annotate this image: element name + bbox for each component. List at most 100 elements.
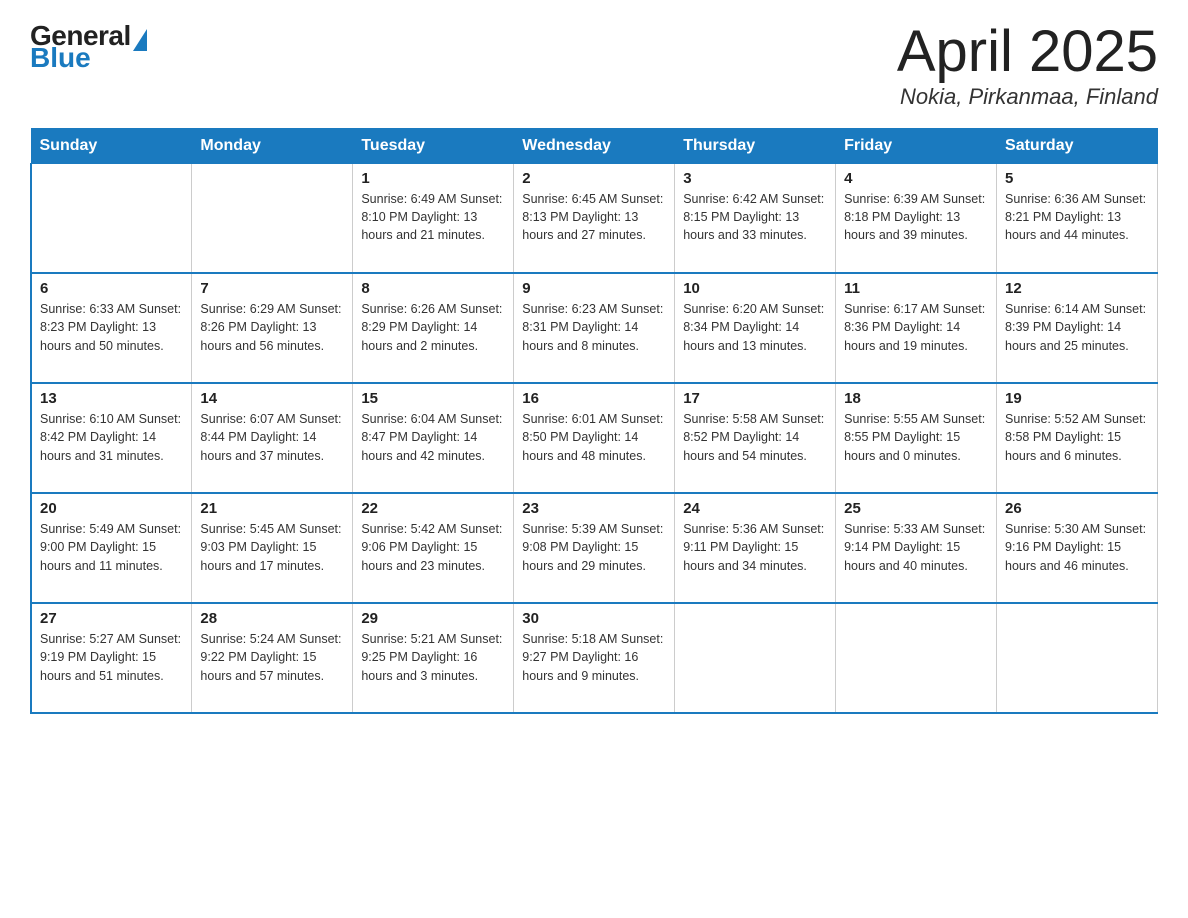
day-info: Sunrise: 6:36 AM Sunset: 8:21 PM Dayligh… xyxy=(1005,190,1149,244)
day-number: 4 xyxy=(844,170,988,187)
day-info: Sunrise: 5:27 AM Sunset: 9:19 PM Dayligh… xyxy=(40,630,183,684)
day-number: 7 xyxy=(200,280,344,297)
day-number: 19 xyxy=(1005,390,1149,407)
day-info: Sunrise: 6:49 AM Sunset: 8:10 PM Dayligh… xyxy=(361,190,505,244)
calendar-cell: 8 Sunrise: 6:26 AM Sunset: 8:29 PM Daylig… xyxy=(353,273,514,383)
calendar-cell: 5 Sunrise: 6:36 AM Sunset: 8:21 PM Daylig… xyxy=(997,163,1158,273)
calendar-cell xyxy=(836,603,997,713)
title-area: April 2025 Nokia, Pirkanmaa, Finland xyxy=(897,20,1158,110)
day-info: Sunrise: 5:33 AM Sunset: 9:14 PM Dayligh… xyxy=(844,520,988,574)
day-info: Sunrise: 6:23 AM Sunset: 8:31 PM Dayligh… xyxy=(522,300,666,354)
calendar-cell: 15 Sunrise: 6:04 AM Sunset: 8:47 PM Dayli… xyxy=(353,383,514,493)
calendar-cell: 21Sunrise: 5:45 AM Sunset: 9:03 PM Dayli… xyxy=(192,493,353,603)
day-info: Sunrise: 5:49 AM Sunset: 9:00 PM Dayligh… xyxy=(40,520,183,574)
calendar-table: SundayMondayTuesdayWednesdayThursdayFrid… xyxy=(30,128,1158,715)
day-info: Sunrise: 5:21 AM Sunset: 9:25 PM Dayligh… xyxy=(361,630,505,684)
calendar-cell: 7 Sunrise: 6:29 AM Sunset: 8:26 PM Daylig… xyxy=(192,273,353,383)
day-number: 5 xyxy=(1005,170,1149,187)
day-number: 3 xyxy=(683,170,827,187)
day-number: 26 xyxy=(1005,500,1149,517)
day-info: Sunrise: 6:10 AM Sunset: 8:42 PM Dayligh… xyxy=(40,410,183,464)
day-info: Sunrise: 5:55 AM Sunset: 8:55 PM Dayligh… xyxy=(844,410,988,464)
day-info: Sunrise: 6:39 AM Sunset: 8:18 PM Dayligh… xyxy=(844,190,988,244)
calendar-week-row: 27 Sunrise: 5:27 AM Sunset: 9:19 PM Dayli… xyxy=(31,603,1158,713)
calendar-cell: 22 Sunrise: 5:42 AM Sunset: 9:06 PM Dayli… xyxy=(353,493,514,603)
day-info: Sunrise: 5:52 AM Sunset: 8:58 PM Dayligh… xyxy=(1005,410,1149,464)
day-info: Sunrise: 6:20 AM Sunset: 8:34 PM Dayligh… xyxy=(683,300,827,354)
calendar-cell: 20 Sunrise: 5:49 AM Sunset: 9:00 PM Dayli… xyxy=(31,493,192,603)
day-info: Sunrise: 6:01 AM Sunset: 8:50 PM Dayligh… xyxy=(522,410,666,464)
calendar-week-row: 1Sunrise: 6:49 AM Sunset: 8:10 PM Daylig… xyxy=(31,163,1158,273)
calendar-cell: 9 Sunrise: 6:23 AM Sunset: 8:31 PM Daylig… xyxy=(514,273,675,383)
day-number: 8 xyxy=(361,280,505,297)
day-number: 13 xyxy=(40,390,183,407)
calendar-header-monday: Monday xyxy=(192,128,353,163)
calendar-cell xyxy=(192,163,353,273)
day-info: Sunrise: 5:30 AM Sunset: 9:16 PM Dayligh… xyxy=(1005,520,1149,574)
calendar-header-tuesday: Tuesday xyxy=(353,128,514,163)
logo-blue-text: Blue xyxy=(30,42,91,74)
day-info: Sunrise: 5:42 AM Sunset: 9:06 PM Dayligh… xyxy=(361,520,505,574)
calendar-cell xyxy=(675,603,836,713)
day-info: Sunrise: 6:26 AM Sunset: 8:29 PM Dayligh… xyxy=(361,300,505,354)
day-number: 23 xyxy=(522,500,666,517)
day-number: 29 xyxy=(361,610,505,627)
calendar-header-saturday: Saturday xyxy=(997,128,1158,163)
calendar-cell: 16 Sunrise: 6:01 AM Sunset: 8:50 PM Dayli… xyxy=(514,383,675,493)
calendar-cell xyxy=(997,603,1158,713)
calendar-header-thursday: Thursday xyxy=(675,128,836,163)
day-number: 14 xyxy=(200,390,344,407)
calendar-header-wednesday: Wednesday xyxy=(514,128,675,163)
day-info: Sunrise: 6:04 AM Sunset: 8:47 PM Dayligh… xyxy=(361,410,505,464)
location-text: Nokia, Pirkanmaa, Finland xyxy=(897,84,1158,110)
day-number: 16 xyxy=(522,390,666,407)
calendar-cell: 17 Sunrise: 5:58 AM Sunset: 8:52 PM Dayli… xyxy=(675,383,836,493)
calendar-cell: 27 Sunrise: 5:27 AM Sunset: 9:19 PM Dayli… xyxy=(31,603,192,713)
day-info: Sunrise: 5:58 AM Sunset: 8:52 PM Dayligh… xyxy=(683,410,827,464)
day-info: Sunrise: 5:39 AM Sunset: 9:08 PM Dayligh… xyxy=(522,520,666,574)
calendar-cell: 11 Sunrise: 6:17 AM Sunset: 8:36 PM Dayli… xyxy=(836,273,997,383)
calendar-cell: 4 Sunrise: 6:39 AM Sunset: 8:18 PM Daylig… xyxy=(836,163,997,273)
day-number: 18 xyxy=(844,390,988,407)
day-info: Sunrise: 6:42 AM Sunset: 8:15 PM Dayligh… xyxy=(683,190,827,244)
calendar-header-row: SundayMondayTuesdayWednesdayThursdayFrid… xyxy=(31,128,1158,163)
day-number: 12 xyxy=(1005,280,1149,297)
day-info: Sunrise: 6:33 AM Sunset: 8:23 PM Dayligh… xyxy=(40,300,183,354)
day-number: 20 xyxy=(40,500,183,517)
calendar-header-friday: Friday xyxy=(836,128,997,163)
calendar-cell: 6Sunrise: 6:33 AM Sunset: 8:23 PM Daylig… xyxy=(31,273,192,383)
calendar-cell: 26 Sunrise: 5:30 AM Sunset: 9:16 PM Dayli… xyxy=(997,493,1158,603)
day-info: Sunrise: 6:07 AM Sunset: 8:44 PM Dayligh… xyxy=(200,410,344,464)
calendar-body: 1Sunrise: 6:49 AM Sunset: 8:10 PM Daylig… xyxy=(31,163,1158,713)
calendar-cell: 12 Sunrise: 6:14 AM Sunset: 8:39 PM Dayli… xyxy=(997,273,1158,383)
logo: General Blue xyxy=(30,20,147,74)
day-number: 17 xyxy=(683,390,827,407)
day-number: 24 xyxy=(683,500,827,517)
day-number: 9 xyxy=(522,280,666,297)
day-number: 22 xyxy=(361,500,505,517)
calendar-week-row: 20 Sunrise: 5:49 AM Sunset: 9:00 PM Dayli… xyxy=(31,493,1158,603)
day-number: 27 xyxy=(40,610,183,627)
day-info: Sunrise: 5:24 AM Sunset: 9:22 PM Dayligh… xyxy=(200,630,344,684)
page-header: General Blue April 2025 Nokia, Pirkanmaa… xyxy=(30,20,1158,110)
calendar-cell: 19 Sunrise: 5:52 AM Sunset: 8:58 PM Dayli… xyxy=(997,383,1158,493)
day-number: 2 xyxy=(522,170,666,187)
day-info: Sunrise: 6:17 AM Sunset: 8:36 PM Dayligh… xyxy=(844,300,988,354)
calendar-header-sunday: Sunday xyxy=(31,128,192,163)
calendar-week-row: 13 Sunrise: 6:10 AM Sunset: 8:42 PM Dayli… xyxy=(31,383,1158,493)
day-number: 15 xyxy=(361,390,505,407)
day-info: Sunrise: 6:29 AM Sunset: 8:26 PM Dayligh… xyxy=(200,300,344,354)
day-info: Sunrise: 6:14 AM Sunset: 8:39 PM Dayligh… xyxy=(1005,300,1149,354)
day-number: 28 xyxy=(200,610,344,627)
calendar-cell xyxy=(31,163,192,273)
calendar-cell: 18 Sunrise: 5:55 AM Sunset: 8:55 PM Dayli… xyxy=(836,383,997,493)
calendar-cell: 23 Sunrise: 5:39 AM Sunset: 9:08 PM Dayli… xyxy=(514,493,675,603)
day-info: Sunrise: 5:18 AM Sunset: 9:27 PM Dayligh… xyxy=(522,630,666,684)
calendar-cell: 2Sunrise: 6:45 AM Sunset: 8:13 PM Daylig… xyxy=(514,163,675,273)
calendar-cell: 29 Sunrise: 5:21 AM Sunset: 9:25 PM Dayli… xyxy=(353,603,514,713)
day-number: 25 xyxy=(844,500,988,517)
day-number: 11 xyxy=(844,280,988,297)
calendar-cell: 14 Sunrise: 6:07 AM Sunset: 8:44 PM Dayli… xyxy=(192,383,353,493)
logo-triangle-icon xyxy=(133,29,147,51)
day-info: Sunrise: 5:45 AM Sunset: 9:03 PM Dayligh… xyxy=(200,520,344,574)
